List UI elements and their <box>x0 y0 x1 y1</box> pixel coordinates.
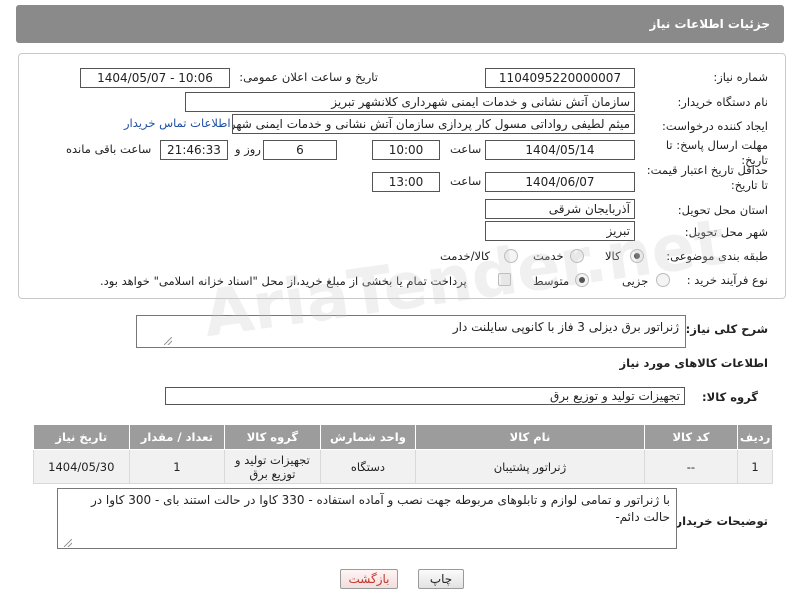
buyer-contact-link[interactable]: اطلاعات تماس خریدار <box>124 116 231 130</box>
treasury-payment-note: پرداخت تمام یا بخشی از مبلغ خرید،از محل … <box>100 274 467 288</box>
summary-label: شرح کلی نیاز: <box>685 322 768 336</box>
remaining-time-field: 21:46:33 <box>160 140 228 160</box>
reply-deadline-time: 10:00 <box>372 140 440 160</box>
price-time-label: ساعت <box>450 174 482 188</box>
items-table: ردیف کد کالا نام کالا واحد شمارش گروه کا… <box>33 424 773 484</box>
buyer-notes-textarea[interactable]: با ژنراتور و تمامی لوازم و تابلوهای مربو… <box>57 488 677 549</box>
print-button[interactable]: چاپ <box>418 569 464 589</box>
col-unit: واحد شمارش <box>319 424 417 450</box>
col-date: تاریخ نیاز <box>33 424 130 450</box>
summary-textarea[interactable]: ژنراتور برق دیزلی 3 فاز با کانوپی سایلنت… <box>136 315 686 348</box>
cell-row: 1 <box>737 449 773 484</box>
days-remaining-field: 6 <box>263 140 337 160</box>
notes-resize-grip-icon[interactable] <box>64 539 72 547</box>
requester-label: ایجاد کننده درخواست: <box>662 119 768 133</box>
cell-code: -- <box>643 449 739 484</box>
cell-group: تجهیزات تولید و توزیع برق <box>224 449 321 484</box>
col-name: نام کالا <box>415 424 645 450</box>
delivery-city-label: شهر محل تحویل: <box>684 225 768 239</box>
cell-date: 1404/05/30 <box>33 449 130 484</box>
delivery-province-field: آذربایجان شرقی <box>485 199 635 219</box>
treasury-payment-checkbox[interactable] <box>498 273 511 286</box>
purchase-medium-radio[interactable] <box>575 273 589 287</box>
back-button[interactable]: بازگشت <box>340 569 398 589</box>
col-code: کد کالا <box>643 424 739 450</box>
price-validity-time: 13:00 <box>372 172 440 192</box>
category-label: طبقه بندی موضوعی: <box>666 249 768 263</box>
price-validity-date: 1404/06/07 <box>485 172 635 192</box>
need-number-field: 1104095220000007 <box>485 68 635 88</box>
announce-datetime-field: 1404/05/07 - 10:06 <box>80 68 230 88</box>
goods-section-title: اطلاعات کالاهای مورد نیاز <box>619 356 768 370</box>
delivery-city-field: تبریز <box>485 221 635 241</box>
table-row: 1 -- ژنراتور پشتیبان دستگاه تجهیزات تولی… <box>33 449 773 484</box>
remaining-label: ساعت باقی مانده <box>66 142 152 156</box>
category-both-radio[interactable] <box>504 249 518 263</box>
purchase-minor-radio[interactable] <box>656 273 670 287</box>
reply-time-label: ساعت <box>450 142 482 156</box>
buyer-org-field: سازمان آتش نشانی و خدمات ایمنی شهرداری ک… <box>185 92 635 112</box>
resize-grip-icon[interactable] <box>164 337 172 345</box>
cell-qty: 1 <box>128 449 226 484</box>
table-header-row: ردیف کد کالا نام کالا واحد شمارش گروه کا… <box>33 424 773 450</box>
price-validity-label: حداقل تاریخ اعتبار قیمت: تا تاریخ: <box>646 163 768 192</box>
delivery-province-label: استان محل تحویل: <box>677 203 768 217</box>
purchase-minor-label: جزیی <box>622 274 649 288</box>
days-label: روز و <box>235 142 261 156</box>
category-goods-label: کالا <box>605 249 621 263</box>
goods-group-label: گروه کالا: <box>702 390 758 404</box>
need-number-label: شماره نیاز: <box>713 70 768 84</box>
announce-datetime-label: تاریخ و ساعت اعلان عمومی: <box>239 70 378 84</box>
category-goods-radio[interactable] <box>630 249 644 263</box>
category-both-label: کالا/خدمت <box>440 249 491 263</box>
goods-group-field: تجهیزات تولید و توزیع برق <box>165 387 685 405</box>
col-qty: تعداد / مقدار <box>128 424 226 450</box>
page-header: جزئیات اطلاعات نیاز <box>16 5 784 43</box>
purchase-medium-label: متوسط <box>533 274 570 288</box>
cell-unit: دستگاه <box>319 449 417 484</box>
cell-name: ژنراتور پشتیبان <box>415 449 645 484</box>
requester-field: میثم لطیفی رواداتی مسول کار پردازی سازما… <box>232 114 635 134</box>
buyer-notes-label: توضیحات خریدار: <box>670 514 768 528</box>
category-service-label: خدمت <box>533 249 564 263</box>
col-row: ردیف <box>737 424 773 450</box>
reply-deadline-date: 1404/05/14 <box>485 140 635 160</box>
buyer-org-label: نام دستگاه خریدار: <box>677 95 768 109</box>
col-group: گروه کالا <box>224 424 321 450</box>
purchase-type-label: نوع فرآیند خرید : <box>686 273 768 287</box>
category-service-radio[interactable] <box>570 249 584 263</box>
